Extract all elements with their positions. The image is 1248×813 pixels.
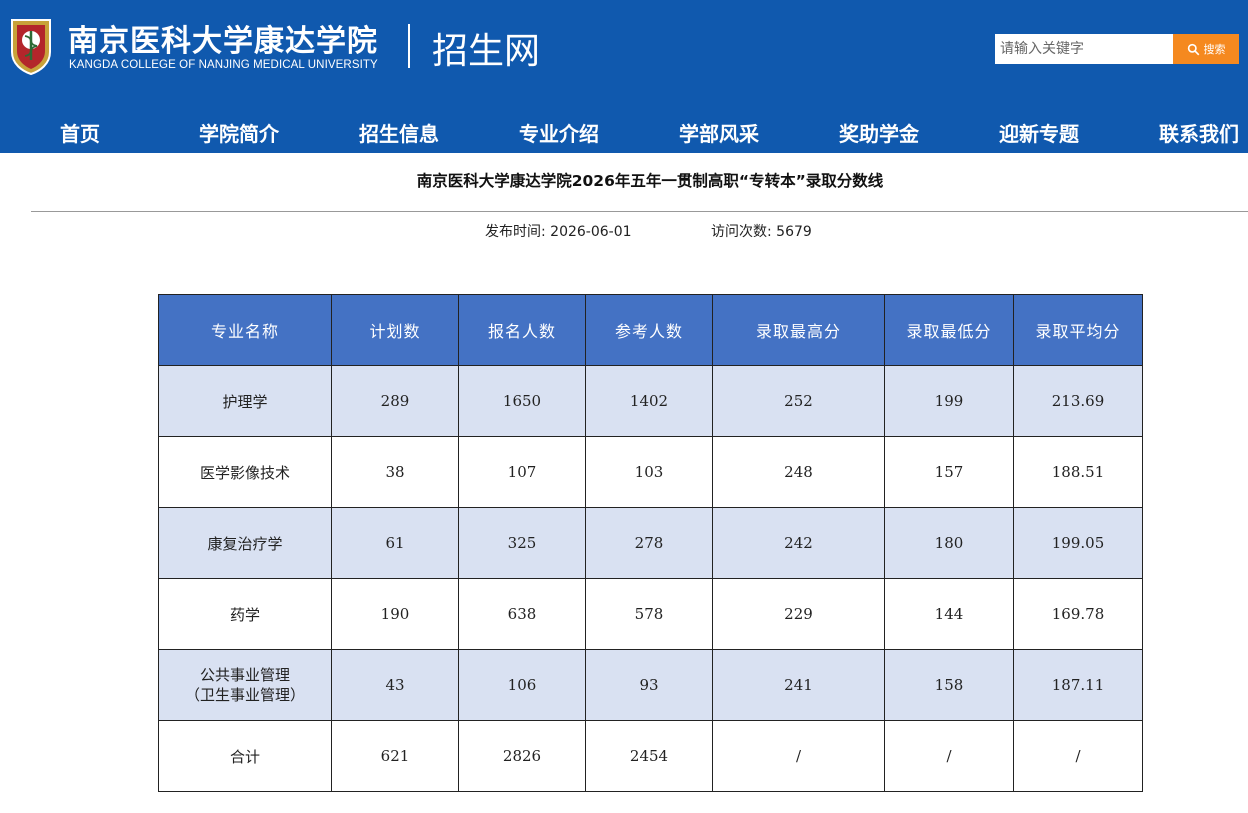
nav-item-departments[interactable]: 学部风采: [679, 118, 759, 147]
total-label: 合计: [158, 720, 332, 792]
nav-item-admissions[interactable]: 招生信息: [359, 118, 439, 147]
site-name[interactable]: 招生网: [432, 22, 540, 74]
college-name-cn[interactable]: 南京医科大学康达学院: [68, 16, 378, 60]
table-row: 护理学 289 1650 1402 252 199 213.69: [158, 365, 1143, 437]
admission-scores-table: 专业名称 计划数 报名人数 参考人数 录取最高分 录取最低分 录取平均分 护理学…: [158, 294, 1143, 792]
min-score: /: [884, 720, 1014, 792]
min-score: 199: [884, 365, 1014, 437]
column-header-major: 专业名称: [158, 294, 332, 366]
nav-item-freshmen[interactable]: 迎新专题: [999, 118, 1079, 147]
max-score: 252: [712, 365, 885, 437]
column-header-applicants: 报名人数: [458, 294, 586, 366]
min-score: 157: [884, 436, 1014, 508]
examinee-count: 278: [585, 507, 713, 579]
table-row: 药学 190 638 578 229 144 169.78: [158, 578, 1143, 650]
max-score: 242: [712, 507, 885, 579]
examinee-count: 578: [585, 578, 713, 650]
plan-count: 43: [331, 649, 459, 721]
applicant-count: 2826: [458, 720, 586, 792]
major-name: 护理学: [158, 365, 332, 437]
avg-score: 199.05: [1013, 507, 1143, 579]
search-button[interactable]: 搜索: [1173, 34, 1239, 64]
column-header-max-score: 录取最高分: [712, 294, 885, 366]
column-header-min-score: 录取最低分: [884, 294, 1014, 366]
college-name-en[interactable]: KANGDA COLLEGE OF NANJING MEDICAL UNIVER…: [69, 59, 378, 71]
column-header-avg-score: 录取平均分: [1013, 294, 1143, 366]
search-box: [995, 34, 1173, 64]
avg-score: 188.51: [1013, 436, 1143, 508]
max-score: /: [712, 720, 885, 792]
article-title: 南京医科大学康达学院2026年五年一贯制高职“专转本”录取分数线: [416, 172, 884, 190]
table-header-row: 专业名称 计划数 报名人数 参考人数 录取最高分 录取最低分 录取平均分: [158, 294, 1143, 366]
major-name: 康复治疗学: [158, 507, 332, 579]
applicant-count: 1650: [458, 365, 586, 437]
table-row: 医学影像技术 38 107 103 248 157 188.51: [158, 436, 1143, 508]
nav-item-majors[interactable]: 专业介绍: [519, 118, 599, 147]
nav-item-about[interactable]: 学院简介: [199, 118, 279, 147]
major-name: 药学: [158, 578, 332, 650]
nav-item-scholarships[interactable]: 奖助学金: [839, 118, 919, 147]
examinee-count: 103: [585, 436, 713, 508]
title-divider: [31, 211, 1248, 212]
nav-item-contact[interactable]: 联系我们: [1159, 118, 1239, 147]
search-button-label: 搜索: [1203, 44, 1226, 56]
min-score: 158: [884, 649, 1014, 721]
max-score: 229: [712, 578, 885, 650]
search-icon: [1187, 43, 1199, 55]
main-nav: 首页 学院简介 招生信息 专业介绍 学部风采 奖助学金 迎新专题 联系我们: [0, 110, 1248, 153]
table-row: 公共事业管理 （卫生事业管理） 43 106 93 241 158 187.11: [158, 649, 1143, 721]
logo-divider: [408, 24, 410, 68]
examinee-count: 2454: [585, 720, 713, 792]
avg-score: 169.78: [1013, 578, 1143, 650]
max-score: 248: [712, 436, 885, 508]
avg-score: /: [1013, 720, 1143, 792]
plan-count: 38: [331, 436, 459, 508]
min-score: 180: [884, 507, 1014, 579]
applicant-count: 325: [458, 507, 586, 579]
major-name-cell: 公共事业管理 （卫生事业管理）: [158, 649, 332, 721]
college-seal-logo[interactable]: [8, 16, 54, 76]
table-total-row: 合计 621 2826 2454 / / /: [158, 720, 1143, 792]
min-score: 144: [884, 578, 1014, 650]
column-header-examinees: 参考人数: [585, 294, 713, 366]
major-name-subtitle: （卫生事业管理）: [184, 686, 305, 704]
applicant-count: 106: [458, 649, 586, 721]
publish-date: 发布时间: 2026-06-01: [485, 224, 632, 240]
major-name: 医学影像技术: [158, 436, 332, 508]
major-name: 公共事业管理: [199, 666, 290, 684]
applicant-count: 107: [458, 436, 586, 508]
plan-count: 61: [331, 507, 459, 579]
examinee-count: 1402: [585, 365, 713, 437]
max-score: 241: [712, 649, 885, 721]
plan-count: 621: [331, 720, 459, 792]
avg-score: 213.69: [1013, 365, 1143, 437]
plan-count: 190: [331, 578, 459, 650]
examinee-count: 93: [585, 649, 713, 721]
table-row: 康复治疗学 61 325 278 242 180 199.05: [158, 507, 1143, 579]
nav-item-home[interactable]: 首页: [60, 118, 100, 147]
plan-count: 289: [331, 365, 459, 437]
search-input[interactable]: [996, 35, 1172, 63]
site-header: 南京医科大学康达学院 KANGDA COLLEGE OF NANJING MED…: [0, 0, 1248, 153]
applicant-count: 638: [458, 578, 586, 650]
avg-score: 187.11: [1013, 649, 1143, 721]
visit-count: 访问次数: 5679: [711, 224, 812, 240]
column-header-plan: 计划数: [331, 294, 459, 366]
